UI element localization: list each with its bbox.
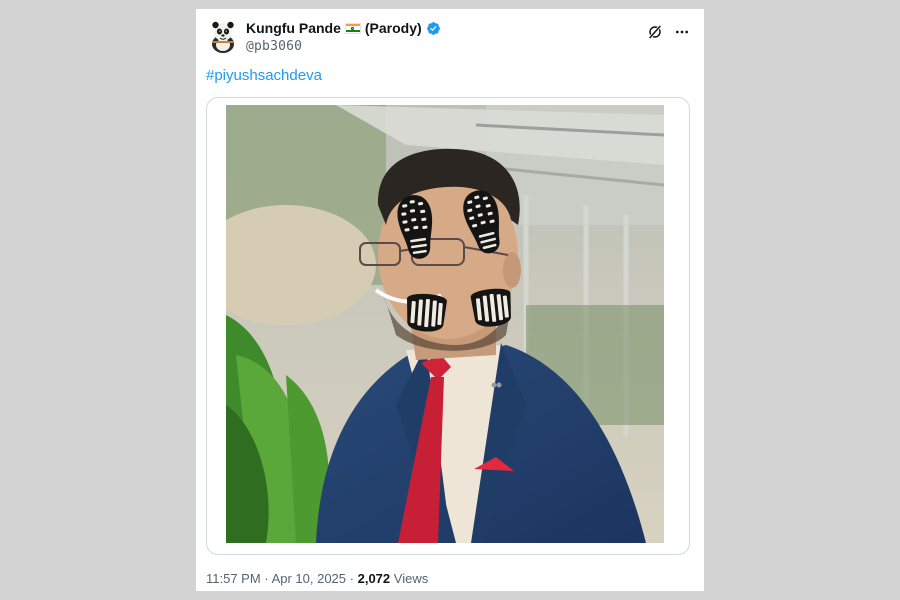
author-name-row[interactable]: Kungfu Pande (Parody) bbox=[246, 20, 441, 36]
india-flag-icon bbox=[344, 22, 361, 34]
post-photo[interactable] bbox=[226, 105, 664, 543]
more-options-button[interactable] bbox=[672, 23, 692, 41]
post-card: Kungfu Pande (Parody) @pb3060 #piyushsac… bbox=[196, 9, 704, 591]
grok-icon bbox=[648, 25, 662, 39]
verified-badge-icon[interactable] bbox=[426, 21, 441, 36]
meta-separator: · bbox=[349, 571, 354, 586]
kungfu-panda-avatar-icon bbox=[212, 21, 234, 53]
author-handle[interactable]: @pb3060 bbox=[246, 39, 302, 54]
views-label: Views bbox=[393, 571, 429, 586]
grok-button[interactable] bbox=[646, 23, 664, 41]
more-dots-icon bbox=[676, 30, 688, 34]
author-parody-label[interactable]: (Parody) bbox=[365, 20, 422, 36]
post-date[interactable]: Apr 10, 2025 bbox=[272, 571, 346, 586]
meta-separator: · bbox=[264, 571, 269, 586]
post-meta: 11:57 PM · Apr 10, 2025 · 2,072 Views bbox=[206, 571, 428, 586]
hashtag-link[interactable]: #piyushsachdeva bbox=[206, 67, 322, 84]
page-background: Kungfu Pande (Parody) @pb3060 #piyushsac… bbox=[0, 0, 900, 600]
photo-illustration bbox=[226, 105, 664, 543]
views-count[interactable]: 2,072 bbox=[358, 571, 391, 586]
media-container bbox=[206, 97, 690, 555]
post-time[interactable]: 11:57 PM bbox=[206, 571, 261, 586]
flag-green-band bbox=[345, 29, 360, 33]
author-avatar[interactable] bbox=[209, 20, 237, 54]
author-display-name[interactable]: Kungfu Pande bbox=[246, 20, 341, 36]
